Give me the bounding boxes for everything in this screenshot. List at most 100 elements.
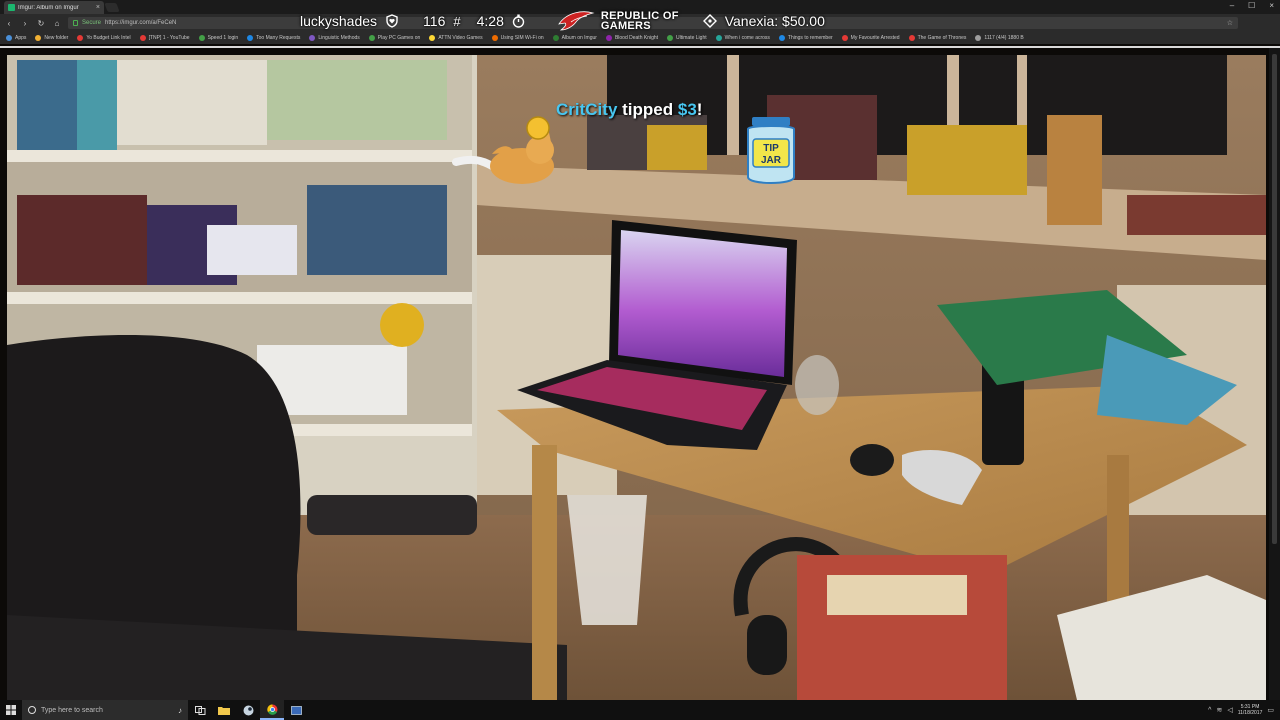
- bookmark-favicon-icon: [715, 35, 722, 41]
- bookmark-favicon-icon: [368, 35, 375, 41]
- bookmark-label: Too Many Requests: [256, 35, 301, 41]
- network-icon[interactable]: ≋: [1216, 706, 1222, 714]
- bookmark-item[interactable]: Album on Imgur: [552, 35, 597, 41]
- bookmark-favicon-icon: [198, 35, 205, 41]
- obs-button[interactable]: [284, 700, 308, 720]
- tip-jar-label-1: TIP: [763, 143, 779, 154]
- minimize-button[interactable]: –: [1230, 1, 1234, 10]
- bookmark-item[interactable]: Speed 1 login: [198, 35, 239, 41]
- stream-timer: 4:28: [476, 13, 504, 29]
- bookmark-item[interactable]: [TNP] 1 - YouTube: [139, 35, 190, 41]
- bookmark-label: Ultimate Light: [676, 35, 707, 41]
- bookmark-item[interactable]: Ultimate Light: [667, 35, 707, 41]
- stream-overlay: luckyshades 116 # 4:28 REPUBLIC OF GAMER…: [300, 10, 825, 32]
- url-text[interactable]: https://imgur.com/a/FeCeN: [105, 20, 176, 26]
- close-window-button[interactable]: ×: [1269, 1, 1274, 10]
- bookmark-label: Play PC Games on: [377, 35, 421, 41]
- bookmark-item[interactable]: New folder: [35, 35, 68, 41]
- bookmark-item[interactable]: Using SIM Wi-Fi on: [491, 35, 544, 41]
- lock-icon: [73, 20, 78, 26]
- bookmark-star-icon[interactable]: ☆: [1227, 19, 1233, 27]
- tip-alert-user: CritCity: [556, 100, 618, 119]
- taskbar-search-placeholder: Type here to search: [41, 706, 103, 714]
- windows-logo-icon: [6, 705, 16, 715]
- tab-close-icon[interactable]: ×: [96, 4, 100, 11]
- bookmark-favicon-icon: [139, 35, 146, 41]
- search-icon: [28, 706, 36, 714]
- clock-date: 11/18/2017: [1237, 710, 1263, 716]
- hashtag-icon: #: [453, 13, 461, 29]
- secure-label: Secure: [82, 20, 102, 26]
- bookmark-item[interactable]: ATTN Video Games: [429, 35, 483, 41]
- rog-brand: REPUBLIC OF GAMERS: [557, 10, 679, 32]
- tip-status-item: Vanexia: $50.00: [702, 13, 825, 29]
- brand-line-2: GAMERS: [600, 20, 651, 32]
- task-view-button[interactable]: [188, 700, 212, 720]
- bookmark-item[interactable]: Play PC Games on: [368, 35, 421, 41]
- file-explorer-button[interactable]: [212, 700, 236, 720]
- tip-jar-label-2: JAR: [761, 155, 782, 166]
- tab-title: Imgur: Album on Imgur: [18, 4, 79, 11]
- chrome-button[interactable]: [260, 700, 284, 720]
- new-tab-button[interactable]: [104, 3, 120, 12]
- reload-button[interactable]: ↻: [36, 19, 46, 28]
- bookmark-item[interactable]: Too Many Requests: [247, 35, 300, 41]
- bookmark-favicon-icon: [667, 35, 674, 41]
- bookmark-label: [TNP] 1 - YouTube: [148, 35, 190, 41]
- tip-alert-verb: tipped: [617, 100, 678, 119]
- bookmark-item[interactable]: Yo Budget Link Intel: [77, 35, 131, 41]
- taskbar-clock[interactable]: 5:31 PM 11/18/2017: [1238, 704, 1263, 716]
- latest-follower-name: luckyshades: [300, 13, 378, 29]
- bookmark-label: Speed 1 login: [207, 35, 239, 41]
- count-item: 116 #: [423, 13, 461, 29]
- bookmark-label: Album on Imgur: [561, 35, 597, 41]
- timer-item: 4:28: [477, 13, 525, 29]
- bookmark-label: Apps: [15, 35, 27, 41]
- chrome-icon: [266, 703, 277, 715]
- bookmark-label: My Favourite Arrested: [850, 35, 900, 41]
- forward-button[interactable]: ›: [20, 19, 30, 28]
- bookmark-label: ATTN Video Games: [438, 35, 483, 41]
- home-button[interactable]: ⌂: [52, 19, 62, 28]
- bookmark-label: Linguistic Methods: [318, 35, 360, 41]
- bookmark-item[interactable]: Apps: [6, 35, 26, 41]
- bookmark-item[interactable]: The Game of Thrones: [908, 35, 966, 41]
- bookmark-favicon-icon: [247, 35, 254, 41]
- bookmark-item[interactable]: 1117 (4/4) 1880 B: [975, 35, 1024, 41]
- bookmark-favicon-icon: [605, 35, 612, 41]
- stopwatch-icon: [512, 14, 525, 28]
- bookmark-item[interactable]: My Favourite Arrested: [841, 35, 900, 41]
- window-controls: – ☐ ×: [1230, 1, 1274, 10]
- bookmark-label: Things to remember: [787, 35, 833, 41]
- taskbar-search-box[interactable]: Type here to search ♪: [22, 700, 188, 720]
- tip-alert-punct: !: [696, 100, 703, 119]
- tray-chevron-icon[interactable]: ^: [1208, 707, 1211, 714]
- diamond-tag-icon: [702, 14, 717, 28]
- bookmark-item[interactable]: Linguistic Methods: [309, 35, 360, 41]
- tip-alert-cat-icon: [452, 116, 554, 184]
- shield-heart-icon: [386, 14, 398, 28]
- bookmark-favicon-icon: [908, 35, 915, 41]
- bookmark-item[interactable]: Blood Death Knight: [605, 35, 659, 41]
- windows-taskbar: Type here to search ♪ ^ ≋ ◁ 5:31 PM 11/1…: [0, 700, 1280, 720]
- system-tray: ^ ≋ ◁ 5:31 PM 11/18/2017 ▭: [1208, 704, 1280, 716]
- rog-eye-logo-icon: [558, 11, 595, 31]
- volume-icon[interactable]: ◁: [1227, 706, 1232, 714]
- microphone-icon[interactable]: ♪: [178, 706, 182, 715]
- bookmark-favicon-icon: [552, 35, 559, 41]
- webcam-view: CritCity tipped $3! TIP JAR: [7, 55, 1266, 700]
- bookmark-favicon-icon: [77, 35, 84, 41]
- page-scrollbar[interactable]: [1269, 48, 1280, 700]
- bookmark-favicon-icon: [841, 35, 848, 41]
- task-view-icon: [194, 705, 205, 715]
- start-button[interactable]: [0, 700, 22, 720]
- bookmark-item[interactable]: Things to remember: [778, 35, 833, 41]
- back-button[interactable]: ‹: [4, 19, 14, 28]
- browser-tab-imgur[interactable]: Imgur: Album on Imgur ×: [4, 1, 104, 14]
- bookmark-label: Blood Death Knight: [614, 35, 659, 41]
- bookmark-item[interactable]: When i come across: [715, 35, 770, 41]
- steam-button[interactable]: [236, 700, 260, 720]
- notifications-icon[interactable]: ▭: [1267, 706, 1274, 714]
- maximize-button[interactable]: ☐: [1248, 1, 1255, 10]
- bookmark-label: When i come across: [724, 35, 770, 41]
